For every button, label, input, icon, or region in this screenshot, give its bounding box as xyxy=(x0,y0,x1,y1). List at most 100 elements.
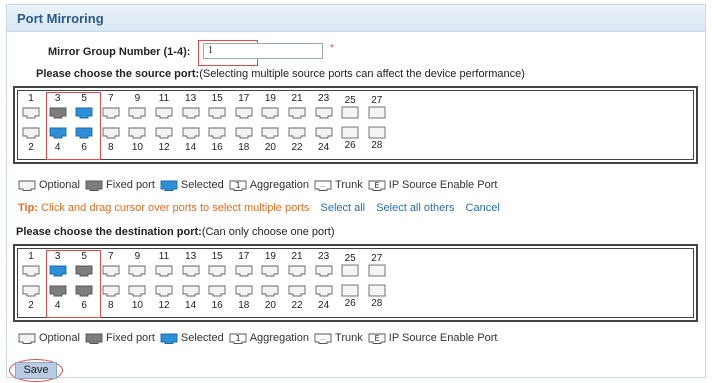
page-title: Port Mirroring xyxy=(17,11,104,26)
select-all-others-link[interactable]: Select all others xyxy=(376,202,454,214)
source-port-19[interactable] xyxy=(261,106,279,119)
destination-port-number: 13 xyxy=(185,251,197,262)
destination-port-18[interactable] xyxy=(235,284,253,297)
source-port-9[interactable] xyxy=(128,106,146,119)
selected-port-icon xyxy=(160,333,178,344)
destination-port-1[interactable] xyxy=(22,264,40,277)
destination-port-11[interactable] xyxy=(155,264,173,277)
source-port-22[interactable] xyxy=(288,126,306,139)
legend-selected-label: Selected xyxy=(180,332,224,344)
destination-port-9[interactable] xyxy=(128,264,146,277)
source-port-25[interactable] xyxy=(341,106,359,119)
destination-port-12[interactable] xyxy=(155,284,173,297)
source-port-26[interactable] xyxy=(341,126,359,139)
legend-selected: Selected xyxy=(160,179,224,191)
source-selection-highlight xyxy=(46,92,101,160)
destination-port-22[interactable] xyxy=(288,284,306,297)
aggregation-port-icon: 1 xyxy=(229,180,247,191)
source-port-14[interactable] xyxy=(182,126,200,139)
destination-port-10[interactable] xyxy=(128,284,146,297)
source-port-number: 12 xyxy=(158,142,170,153)
legend-aggregation-2: 1 Aggregation xyxy=(229,332,309,344)
destination-port-13[interactable] xyxy=(182,264,200,277)
destination-port-27[interactable] xyxy=(368,264,386,277)
destination-port-26[interactable] xyxy=(341,284,359,297)
svg-text:...: ... xyxy=(320,182,326,189)
destination-port-number: 23 xyxy=(318,251,330,262)
aggregation-port-icon: 1 xyxy=(229,333,247,344)
tip-line: Tip: Click and drag cursor over ports to… xyxy=(18,202,500,214)
source-port-1[interactable] xyxy=(22,106,40,119)
legend-trunk: ... Trunk xyxy=(314,179,363,191)
destination-port-number: 22 xyxy=(291,300,303,311)
legend-trunk-label: Trunk xyxy=(335,332,363,344)
destination-port-number: 21 xyxy=(291,251,303,262)
ip-source-port-icon: E xyxy=(368,333,386,344)
source-port-10[interactable] xyxy=(128,126,146,139)
destination-port-number: 19 xyxy=(264,251,276,262)
mirror-group-label: Mirror Group Number (1-4): xyxy=(48,46,191,58)
source-port-16[interactable] xyxy=(208,126,226,139)
destination-port-19[interactable] xyxy=(261,264,279,277)
source-port-number: 24 xyxy=(318,142,330,153)
source-port-15[interactable] xyxy=(208,106,226,119)
destination-port-7[interactable] xyxy=(102,264,120,277)
svg-text:1: 1 xyxy=(235,181,240,190)
legend-aggregation: 1 Aggregation xyxy=(229,179,309,191)
select-all-link[interactable]: Select all xyxy=(320,202,365,214)
source-port-2[interactable] xyxy=(22,126,40,139)
legend-fixed-2: Fixed port xyxy=(85,332,155,344)
destination-port-20[interactable] xyxy=(261,284,279,297)
save-button[interactable]: Save xyxy=(15,362,57,379)
destination-port-number: 25 xyxy=(344,253,356,264)
destination-port-number: 18 xyxy=(238,300,250,311)
cancel-link[interactable]: Cancel xyxy=(466,202,500,214)
port-legend-1: Optional Fixed port Selected 1 Aggregati… xyxy=(18,177,502,193)
destination-port-2[interactable] xyxy=(22,284,40,297)
optional-port-icon xyxy=(18,333,36,344)
legend-aggregation-label: Aggregation xyxy=(249,179,310,191)
destination-port-number: 8 xyxy=(108,300,114,311)
source-port-23[interactable] xyxy=(315,106,333,119)
destination-port-16[interactable] xyxy=(208,284,226,297)
tip-prefix: Tip: xyxy=(18,202,38,214)
source-port-13[interactable] xyxy=(182,106,200,119)
destination-port-23[interactable] xyxy=(315,264,333,277)
legend-selected-label: Selected xyxy=(180,179,224,191)
source-port-8[interactable] xyxy=(102,126,120,139)
destination-port-number: 17 xyxy=(238,251,250,262)
source-port-27[interactable] xyxy=(368,106,386,119)
source-port-number: 7 xyxy=(108,93,114,104)
source-port-18[interactable] xyxy=(235,126,253,139)
source-port-24[interactable] xyxy=(315,126,333,139)
source-port-number: 2 xyxy=(28,142,34,153)
svg-text:E: E xyxy=(374,181,379,190)
destination-port-number: 20 xyxy=(264,300,276,311)
optional-port-icon xyxy=(18,180,36,191)
source-port-28[interactable] xyxy=(368,126,386,139)
destination-port-28[interactable] xyxy=(368,284,386,297)
destination-port-17[interactable] xyxy=(235,264,253,277)
destination-port-8[interactable] xyxy=(102,284,120,297)
destination-port-15[interactable] xyxy=(208,264,226,277)
source-port-20[interactable] xyxy=(261,126,279,139)
source-port-11[interactable] xyxy=(155,106,173,119)
source-port-number: 15 xyxy=(211,93,223,104)
destination-port-25[interactable] xyxy=(341,264,359,277)
source-port-number: 22 xyxy=(291,142,303,153)
source-port-17[interactable] xyxy=(235,106,253,119)
source-port-21[interactable] xyxy=(288,106,306,119)
source-port-12[interactable] xyxy=(155,126,173,139)
legend-trunk-2: ... Trunk xyxy=(314,332,363,344)
source-port-number: 14 xyxy=(185,142,197,153)
required-mark: * xyxy=(330,43,334,54)
destination-port-number: 26 xyxy=(344,298,356,309)
destination-port-14[interactable] xyxy=(182,284,200,297)
destination-port-21[interactable] xyxy=(288,264,306,277)
port-legend-2: Optional Fixed port Selected 1 Aggregati… xyxy=(18,330,502,346)
source-port-7[interactable] xyxy=(102,106,120,119)
mirror-group-input[interactable]: 1 xyxy=(203,43,323,59)
destination-port-24[interactable] xyxy=(315,284,333,297)
svg-text:E: E xyxy=(374,334,379,343)
destination-selection-highlight xyxy=(46,250,101,318)
